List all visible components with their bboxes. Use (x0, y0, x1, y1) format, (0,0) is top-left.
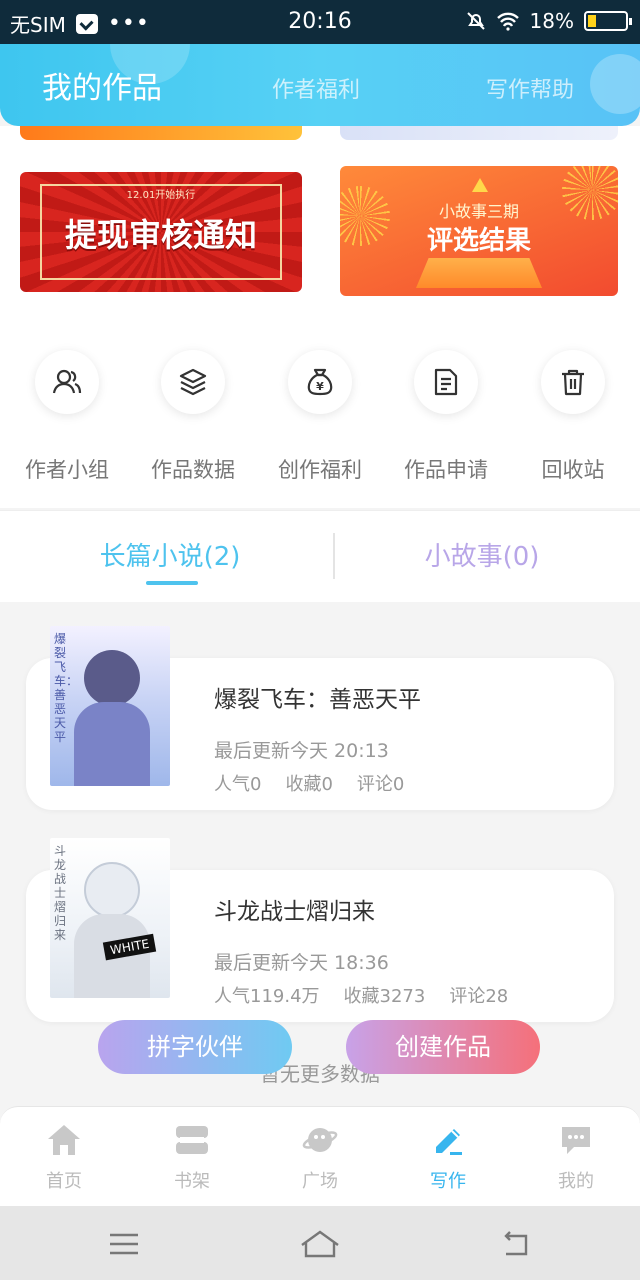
document-icon (414, 350, 478, 414)
cover-text: 爆裂飞车：善恶天平 (54, 632, 79, 744)
story-results-banner[interactable]: 小故事三期 评选结果 (340, 166, 618, 296)
quick-label: 作品数据 (151, 458, 235, 482)
work-updated: 最后更新今天 20:13 (214, 740, 389, 762)
home-icon (0, 1121, 128, 1159)
tab-stories[interactable]: 小故事(0) (322, 511, 640, 603)
quick-author-group[interactable]: 作者小组 (4, 350, 130, 484)
home-nav-icon[interactable] (290, 1226, 350, 1262)
work-cover[interactable]: 爆裂飞车：善恶天平 (50, 626, 170, 786)
work-updated: 最后更新今天 18:36 (214, 952, 389, 974)
tab-underline (146, 581, 198, 585)
triangle-decor (472, 178, 488, 192)
quick-recycle-bin[interactable]: 回收站 (510, 350, 636, 484)
tabbar-mine[interactable]: 我的 (512, 1121, 640, 1193)
quick-creation-benefits[interactable]: ¥ 创作福利 (257, 350, 383, 484)
work-favorites: 收藏3273 (343, 986, 426, 1007)
tabbar-label: 写作 (430, 1171, 466, 1192)
quick-label: 回收站 (541, 458, 605, 482)
chat-icon (512, 1121, 640, 1159)
group-icon (35, 350, 99, 414)
tabbar-label: 首页 (46, 1171, 82, 1192)
battery-percent: 18% (529, 9, 574, 33)
quick-label: 作者小组 (25, 458, 109, 482)
banner-line1: 小故事三期 (438, 202, 519, 221)
quick-works-apply[interactable]: 作品申请 (383, 350, 509, 484)
tabbar-plaza[interactable]: 广场 (256, 1121, 384, 1193)
system-navbar (0, 1206, 640, 1280)
tab-author-benefits[interactable]: 作者福利 (272, 44, 360, 126)
bookshelf-icon (128, 1121, 256, 1159)
tabbar-label: 书架 (174, 1171, 210, 1192)
quick-works-data[interactable]: 作品数据 (130, 350, 256, 484)
top-header: 我的作品 作者福利 写作帮助 (0, 44, 640, 126)
create-work-button[interactable]: 创建作品 (346, 1020, 540, 1074)
work-title: 斗龙战士熠归来 (214, 899, 375, 925)
tab-writing-help[interactable]: 写作帮助 (486, 44, 574, 126)
cover-figure-body (74, 702, 150, 786)
work-title: 爆裂飞车：善恶天平 (214, 687, 421, 713)
status-bar: 无SIM ••• 20:16 18% (0, 0, 640, 44)
svg-text:¥: ¥ (316, 380, 324, 393)
quick-label: 创作福利 (278, 458, 362, 482)
back-icon[interactable] (486, 1226, 546, 1262)
layers-icon (161, 350, 225, 414)
cover-figure (84, 862, 140, 918)
stage-decor (416, 258, 542, 288)
tabbar-write[interactable]: 写作 (384, 1121, 512, 1193)
trash-icon (541, 350, 605, 414)
work-comments: 评论0 (356, 774, 405, 795)
quick-label: 作品申请 (404, 458, 488, 482)
no-more-data: 暂无更多数据 (260, 1062, 380, 1086)
planet-icon (256, 1121, 384, 1159)
quick-actions: 作者小组 作品数据 ¥ 创作福利 作品申请 回收站 (0, 316, 640, 508)
work-popularity: 人气119.4万 (214, 986, 320, 1007)
work-stats: 人气119.4万 收藏3273 评论28 (214, 982, 532, 1008)
decor-bubble (590, 54, 640, 114)
work-cover[interactable]: 斗龙战士熠归来 WHITE (50, 838, 170, 998)
work-favorites: 收藏0 (285, 774, 333, 795)
tabbar-bookshelf[interactable]: 书架 (128, 1121, 256, 1193)
money-bag-icon: ¥ (288, 350, 352, 414)
work-popularity: 人气0 (214, 774, 262, 795)
tabbar-label: 我的 (558, 1171, 594, 1192)
tabbar-home[interactable]: 首页 (0, 1121, 128, 1193)
status-right: 18% (466, 9, 632, 33)
work-stats: 人气0 收藏0 评论0 (214, 770, 428, 796)
pen-icon (384, 1121, 512, 1159)
cover-text: 斗龙战士熠归来 (54, 844, 67, 942)
tab-my-works[interactable]: 我的作品 (42, 44, 162, 126)
cover-figure (84, 650, 140, 706)
menu-icon[interactable] (94, 1226, 154, 1262)
banner-strip-left[interactable] (20, 126, 302, 140)
works-tabs: 长篇小说(2) 小故事(0) (0, 510, 640, 602)
mute-icon (466, 12, 485, 30)
bottom-tabbar: 首页 书架 广场 写作 我的 (0, 1106, 640, 1206)
banner-area: 12.01开始执行 提现审核通知 小故事三期 评选结果 作者小组 作品数据 ¥ … (0, 126, 640, 508)
banner-subtitle: 12.01开始执行 (126, 190, 196, 201)
main-content: 12.01开始执行 提现审核通知 小故事三期 评选结果 作者小组 作品数据 ¥ … (0, 126, 640, 1106)
work-comments: 评论28 (449, 986, 509, 1007)
battery-icon (584, 11, 632, 31)
wifi-icon (496, 12, 519, 31)
tabbar-label: 广场 (302, 1171, 338, 1192)
partner-button[interactable]: 拼字伙伴 (98, 1020, 292, 1074)
tab-novels[interactable]: 长篇小说(2) (10, 511, 330, 603)
withdraw-notice-banner[interactable]: 12.01开始执行 提现审核通知 (20, 172, 302, 292)
banner-strip-right[interactable] (340, 126, 618, 140)
banner-line2: 评选结果 (426, 226, 531, 256)
banner-title: 提现审核通知 (64, 216, 257, 254)
